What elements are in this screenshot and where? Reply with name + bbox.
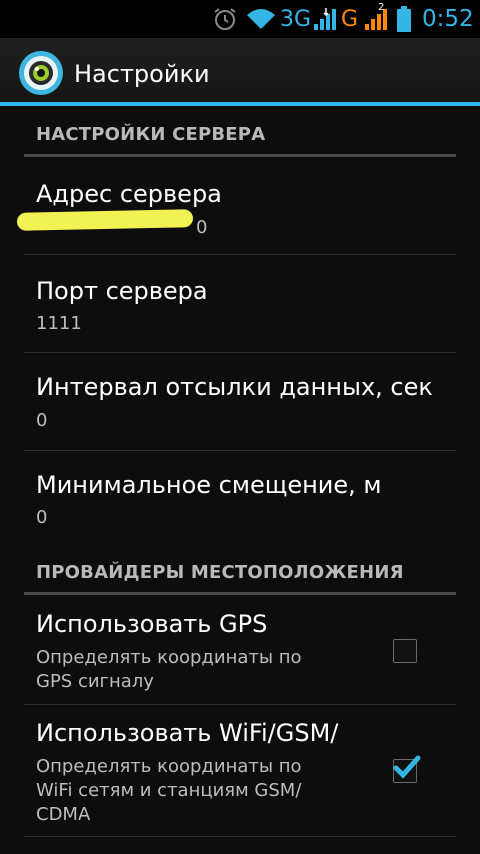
pref-summary: 0 — [196, 217, 208, 238]
pref-summary: 0 — [36, 410, 48, 431]
redaction-mark — [16, 209, 194, 231]
pref-summary: Определять координаты по WiFi сетям и ст… — [36, 756, 302, 825]
clock: 0:52 — [422, 6, 474, 32]
pref-server-port[interactable]: Порт сервера 1111 — [24, 255, 456, 351]
network-3g-label: 3G — [280, 6, 312, 32]
pref-title: Использовать WiFi/GSM/ — [36, 719, 339, 747]
battery-icon — [396, 0, 412, 38]
section-divider — [24, 592, 456, 595]
pref-title: Порт сервера — [36, 277, 208, 305]
divider — [24, 836, 456, 837]
signal-sim2-icon — [363, 0, 391, 38]
pref-use-wifi-gsm[interactable]: Использовать WiFi/GSM/ Определять коорди… — [24, 705, 456, 835]
action-bar — [0, 38, 480, 102]
page-title: Настройки — [74, 60, 210, 88]
alarm-icon — [212, 0, 238, 38]
checkmark-icon — [393, 755, 421, 779]
pref-summary: 1111 — [36, 313, 82, 334]
pref-min-distance[interactable]: Минимальное смещение, м 0 — [24, 451, 456, 547]
pref-title: Интервал отсылки данных, сек — [36, 373, 433, 401]
app-eye-icon[interactable] — [18, 50, 64, 96]
sim2-label: 2 — [378, 2, 385, 13]
pref-summary: 0 — [36, 507, 48, 528]
pref-send-interval[interactable]: Интервал отсылки данных, сек 0 — [24, 353, 456, 449]
status-bar: 3G G 2 0:52 — [0, 0, 480, 38]
pref-title: Адрес сервера — [36, 180, 222, 208]
signal-icon — [312, 0, 338, 38]
pref-server-address[interactable]: Адрес сервера 0 — [24, 158, 456, 254]
wifi-icon — [246, 0, 276, 38]
pref-title: Минимальное смещение, м — [36, 471, 382, 499]
section-title-server: НАСТРОЙКИ СЕРВЕРА — [36, 124, 266, 145]
network-g-label: G — [341, 6, 359, 32]
gps-checkbox[interactable] — [393, 639, 417, 663]
section-divider — [24, 154, 456, 157]
pref-summary: Определять координаты по GPS сигналу — [36, 647, 302, 692]
wifi-gsm-checkbox[interactable] — [393, 755, 421, 783]
section-title-providers: ПРОВАЙДЕРЫ МЕСТОПОЛОЖЕНИЯ — [36, 562, 404, 583]
pref-title: Использовать GPS — [36, 610, 268, 638]
pref-use-gps[interactable]: Использовать GPS Определять координаты п… — [24, 596, 456, 704]
